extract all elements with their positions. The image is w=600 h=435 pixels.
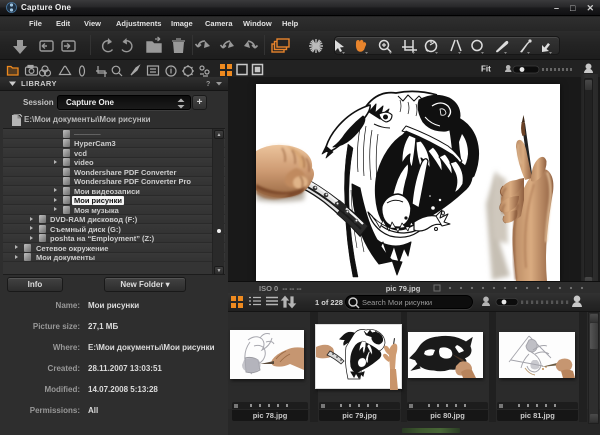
svg-text:Fit: Fit [481,65,491,74]
svg-text:?: ? [206,81,210,88]
